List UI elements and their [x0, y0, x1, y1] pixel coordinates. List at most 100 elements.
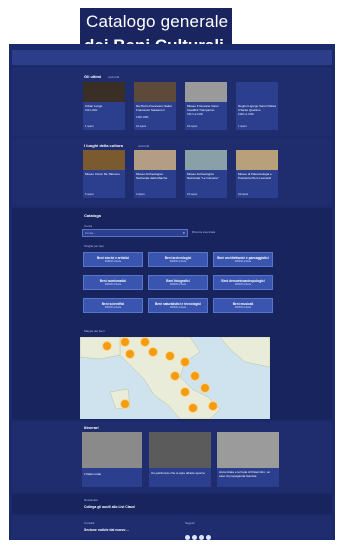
category-button[interactable]: Beni storici e artistici 000000 schede	[83, 252, 143, 267]
catalogue-title: Cataloga	[84, 213, 101, 218]
card-image	[236, 82, 278, 102]
card-date: 1990-1996	[136, 116, 149, 119]
category-button[interactable]: Beni musicali 000000 schede	[213, 298, 273, 313]
category-button[interactable]: Beni fotografici 000000 schede	[148, 275, 208, 290]
map-marker[interactable]	[208, 401, 218, 411]
category-count: 000000 schede	[104, 283, 122, 286]
place-card-1[interactable]: Museo Civico Re Talmone 5 opere	[83, 150, 125, 198]
map-marker[interactable]	[188, 403, 198, 413]
newsletter-label: Newsletter	[84, 498, 99, 502]
category-button[interactable]: Beni scientifici 000000 schede	[83, 298, 143, 313]
card-foot: 1 opere	[85, 125, 94, 128]
map-marker[interactable]	[125, 349, 135, 359]
card-foot: 16 opere	[136, 125, 147, 128]
search-placeholder: Cerca...	[85, 231, 96, 235]
discover-title: Itinerari	[84, 425, 99, 430]
category-count: 000000 schede	[169, 306, 187, 309]
card-foot: 1 opere	[238, 125, 247, 128]
map-marker[interactable]	[170, 371, 180, 381]
category-button[interactable]: Beni naturalistici e tecnologici 000000 …	[148, 298, 208, 313]
place-card-4[interactable]: Museo di Paleontologia e Preistoria Pier…	[236, 150, 278, 198]
card-date: 1921-1992	[85, 109, 98, 112]
card-title: Museo Civico Re Talmone	[85, 172, 120, 176]
category-count: 000000 schede	[104, 306, 122, 309]
search-input[interactable]: Cerca... ⌕	[82, 229, 188, 237]
card-title: Da Pietro Francesco Saluti Francesco Sas…	[136, 104, 172, 112]
map-marker[interactable]	[120, 399, 130, 409]
discover-card-1[interactable]: L'Italia rurale	[82, 432, 142, 487]
card-title: Negrini Ligurgo Vanni Palma Il Santo Qua…	[238, 104, 276, 112]
category-count: 000000 schede	[104, 260, 122, 263]
map-marker[interactable]	[140, 337, 150, 347]
search-label: Cerca	[84, 224, 93, 228]
latest-more-link[interactable]: vedi tutti	[108, 75, 119, 79]
map-marker[interactable]	[148, 347, 158, 357]
place-card-2[interactable]: Museo Archeologico Nazionale della March…	[134, 150, 176, 198]
category-count: 000000 schede	[169, 283, 187, 286]
card-date: 1990 ca.1996	[238, 113, 254, 116]
card-image	[83, 82, 125, 102]
map-marker[interactable]	[180, 387, 190, 397]
category-count: 000000 schede	[169, 260, 187, 263]
card-image	[185, 150, 227, 170]
card-title: Museo di Paleontologia e Preistoria Pier…	[238, 172, 272, 180]
discover-card-2[interactable]: Un patrimonio che si apre all'arte sporc…	[149, 432, 211, 487]
social-label: Seguici	[185, 521, 195, 525]
category-button[interactable]: Beni demoetnoantropologici 000000 schede	[213, 275, 273, 290]
latest-card-4[interactable]: Negrini Ligurgo Vanni Palma Il Santo Qua…	[236, 82, 278, 130]
place-card-3[interactable]: Museo Archeologico Nazionale "Le Camerie…	[185, 150, 227, 198]
card-foot: 34 opere	[238, 193, 249, 196]
card-foot: 23 opere	[187, 193, 198, 196]
card-title: Un patrimonio che si apre all'arte sporc…	[151, 471, 205, 475]
card-image	[185, 82, 227, 102]
newsletter-section	[12, 494, 332, 514]
card-image	[134, 82, 176, 102]
map-marker[interactable]	[200, 383, 210, 393]
card-image	[83, 150, 125, 170]
card-title: Museo Archeologico Nazionale "Le Camerie…	[187, 172, 219, 180]
category-count: 000000 schede	[234, 260, 252, 263]
card-title: Museo Archeologico Nazionale della March…	[136, 172, 168, 180]
places-more-link[interactable]: vedi tutti	[138, 144, 149, 148]
map-marker[interactable]	[120, 337, 130, 347]
card-image	[149, 432, 211, 468]
map[interactable]	[80, 337, 270, 419]
category-count: 000000 schede	[234, 283, 252, 286]
card-image	[236, 150, 278, 170]
footer	[12, 516, 332, 538]
title-line-1: Catalogo generale	[86, 12, 229, 31]
card-title: Museo Il Giovane Vanni Cavallini Trampan…	[187, 104, 219, 112]
card-image	[217, 432, 279, 468]
card-date: 1847-ca.1996	[187, 113, 203, 116]
latest-title: Gli ultimi	[84, 74, 102, 79]
newsletter-text: Collega gli ausili allo Livi Claud	[84, 505, 135, 509]
latest-card-1[interactable]: Urban Lungo 1921-1992 1 opere	[83, 82, 125, 130]
card-foot: 5 opere	[85, 193, 94, 196]
map-marker[interactable]	[102, 341, 112, 351]
social-icons	[185, 527, 213, 545]
advanced-search-link[interactable]: Ricerca avanzata	[192, 230, 215, 234]
category-count: 000000 schede	[234, 306, 252, 309]
map-marker[interactable]	[165, 351, 175, 361]
top-bar	[12, 50, 332, 65]
map-label: Mappa dei beni	[84, 329, 105, 333]
map-marker[interactable]	[180, 357, 190, 367]
footer-label: Contatti	[84, 521, 95, 525]
browse-label: Sfoglia per tipo	[84, 244, 105, 248]
category-button[interactable]: Beni numismatici 000000 schede	[83, 275, 143, 290]
card-foot: 24 opere	[187, 125, 198, 128]
discover-card-3[interactable]: Annunziata e la Fede di Palermitro: un c…	[217, 432, 279, 487]
latest-card-2[interactable]: Da Pietro Francesco Saluti Francesco Sas…	[134, 82, 176, 130]
places-title: I luoghi della cultura	[84, 143, 123, 148]
category-button[interactable]: Beni archeologici 000000 schede	[148, 252, 208, 267]
search-icon[interactable]: ⌕	[183, 230, 185, 235]
map-marker[interactable]	[190, 371, 200, 381]
card-foot: 3 opere	[136, 193, 145, 196]
category-button[interactable]: Beni architettonici e paesaggistici 0000…	[213, 252, 273, 267]
latest-card-3[interactable]: Museo Il Giovane Vanni Cavallini Trampan…	[185, 82, 227, 130]
card-image	[82, 432, 142, 468]
card-title: Annunziata e la Fede di Palermitro: un c…	[219, 470, 271, 478]
card-title: L'Italia rurale	[84, 472, 102, 476]
card-image	[134, 150, 176, 170]
footer-link[interactable]: Sezione notizie dal nuovo ...	[84, 528, 129, 532]
